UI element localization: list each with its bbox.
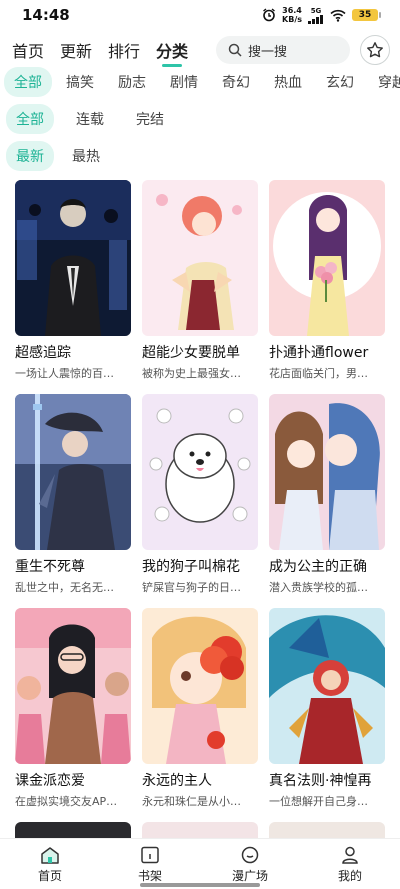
comic-cover[interactable] xyxy=(142,180,258,336)
bottom-nav-plaza[interactable]: 漫广场 xyxy=(200,839,300,889)
alarm-icon xyxy=(263,8,275,22)
bookshelf-icon xyxy=(141,846,159,864)
comic-card[interactable]: 我的狗子叫棉花 铲屎官与狗子的日… xyxy=(142,394,258,595)
tab-home[interactable]: 首页 xyxy=(12,38,44,62)
comic-card[interactable]: 成为公主的正确 潜入贵族学校的孤… xyxy=(269,394,385,595)
comic-desc: 在虚拟实境交友AP… xyxy=(15,795,118,808)
top-nav: 首页 更新 排行 分类 搜一搜 xyxy=(0,33,400,67)
genre-chip[interactable]: 全部 xyxy=(4,67,52,97)
comic-desc: 被称为史上最强女… xyxy=(142,367,241,380)
comic-title: 超能少女要脱单 xyxy=(142,345,240,361)
comic-cover[interactable] xyxy=(142,608,258,764)
comic-title: 成为公主的正确 xyxy=(269,559,367,575)
genre-chip[interactable]: 剧情 xyxy=(160,67,208,97)
battery-icon: 35 xyxy=(352,9,381,21)
status-icons: 36.4 KB/s 5G 35 xyxy=(262,6,381,24)
genre-chip[interactable]: 励志 xyxy=(108,67,156,97)
home-icon xyxy=(41,847,59,864)
network-speed: 36.4 KB/s xyxy=(282,6,302,24)
genre-filter: 全部 搞笑 励志 剧情 奇幻 热血 玄幻 穿越 xyxy=(0,67,400,97)
bottom-nav-profile[interactable]: 我的 xyxy=(300,839,400,889)
comic-cover[interactable] xyxy=(269,180,385,336)
comic-title: 真名法则·神惶再 xyxy=(269,773,372,789)
comic-title: 课金派恋爱 xyxy=(15,773,85,789)
comic-desc: 乱世之中，无名无… xyxy=(15,581,114,594)
tab-update[interactable]: 更新 xyxy=(60,38,92,62)
bottom-nav-label: 首页 xyxy=(37,869,62,883)
comic-title: 超感追踪 xyxy=(15,345,71,361)
status-time: 14:48 xyxy=(22,6,70,24)
search-icon xyxy=(228,43,242,57)
star-icon xyxy=(367,42,383,58)
signal-icon xyxy=(308,14,323,24)
status-chip[interactable]: 完结 xyxy=(126,104,174,134)
status-bar: 14:48 36.4 KB/s 5G 35 xyxy=(0,0,400,30)
comic-desc: 永元和珠仁是从小… xyxy=(142,795,241,808)
home-indicator xyxy=(140,883,260,887)
comic-cover[interactable] xyxy=(269,608,385,764)
bottom-nav-label: 我的 xyxy=(337,869,362,883)
genre-chip[interactable]: 热血 xyxy=(264,67,312,97)
bottom-nav-label: 漫广场 xyxy=(231,869,268,883)
comic-card[interactable]: 永远的主人 永元和珠仁是从小… xyxy=(142,608,258,809)
network-type: 5G xyxy=(310,6,322,15)
sort-filter: 最新 最热 xyxy=(0,141,400,171)
genre-chip[interactable]: 搞笑 xyxy=(56,67,104,97)
comic-title: 我的狗子叫棉花 xyxy=(142,559,240,575)
search-placeholder: 搜一搜 xyxy=(248,44,288,60)
genre-chip[interactable]: 穿越 xyxy=(368,67,400,97)
comic-cover[interactable] xyxy=(142,394,258,550)
comic-card[interactable]: 超能少女要脱单 被称为史上最强女… xyxy=(142,180,258,381)
sort-chip[interactable]: 最新 xyxy=(6,141,54,171)
plaza-icon xyxy=(241,846,259,864)
cellular-indicator: 5G xyxy=(308,7,324,24)
comic-desc: 潜入贵族学校的孤… xyxy=(269,581,368,594)
bottom-nav-bookshelf[interactable]: 书架 xyxy=(100,839,200,889)
comic-title: 扑通扑通flower xyxy=(269,345,369,361)
status-chip[interactable]: 全部 xyxy=(6,104,54,134)
comic-card[interactable]: 真名法则·神惶再 一位想解开自己身… xyxy=(269,608,385,809)
comic-card[interactable]: 超感追踪 一场让人震惊的百… xyxy=(15,180,131,381)
speed-value: 36.4 xyxy=(282,6,302,15)
comic-desc: 花店面临关门，男… xyxy=(269,367,368,380)
search-input[interactable]: 搜一搜 xyxy=(216,36,350,64)
tab-ranking[interactable]: 排行 xyxy=(108,38,140,62)
favorite-button[interactable] xyxy=(360,35,390,65)
comic-cover[interactable] xyxy=(269,394,385,550)
comic-card[interactable]: 重生不死尊 乱世之中，无名无… xyxy=(15,394,131,595)
comic-desc: 铲屎官与狗子的日… xyxy=(142,581,241,594)
genre-chip[interactable]: 玄幻 xyxy=(316,67,364,97)
profile-icon xyxy=(342,846,358,864)
comic-card[interactable]: 课金派恋爱 在虚拟实境交友AP… xyxy=(15,608,131,809)
bottom-nav: 首页 书架 漫广场 我的 xyxy=(0,838,400,889)
comic-desc: 一位想解开自己身… xyxy=(269,795,368,808)
genre-chip[interactable]: 奇幻 xyxy=(212,67,260,97)
bottom-nav-label: 书架 xyxy=(137,869,162,883)
comic-title: 永远的主人 xyxy=(142,773,212,789)
comic-cover[interactable] xyxy=(15,394,131,550)
comic-title: 重生不死尊 xyxy=(15,559,85,575)
status-chip[interactable]: 连载 xyxy=(66,104,114,134)
bottom-nav-home[interactable]: 首页 xyxy=(0,839,100,889)
status-filter: 全部 连载 完结 xyxy=(0,104,400,134)
wifi-icon xyxy=(330,9,346,22)
comic-desc: 一场让人震惊的百… xyxy=(15,367,114,380)
comic-cover[interactable] xyxy=(15,180,131,336)
comic-cover[interactable] xyxy=(15,608,131,764)
speed-unit: KB/s xyxy=(282,15,302,24)
tab-category[interactable]: 分类 xyxy=(156,38,188,67)
sort-chip[interactable]: 最热 xyxy=(62,141,110,171)
comic-card[interactable]: 扑通扑通flower 花店面临关门，男… xyxy=(269,180,385,381)
